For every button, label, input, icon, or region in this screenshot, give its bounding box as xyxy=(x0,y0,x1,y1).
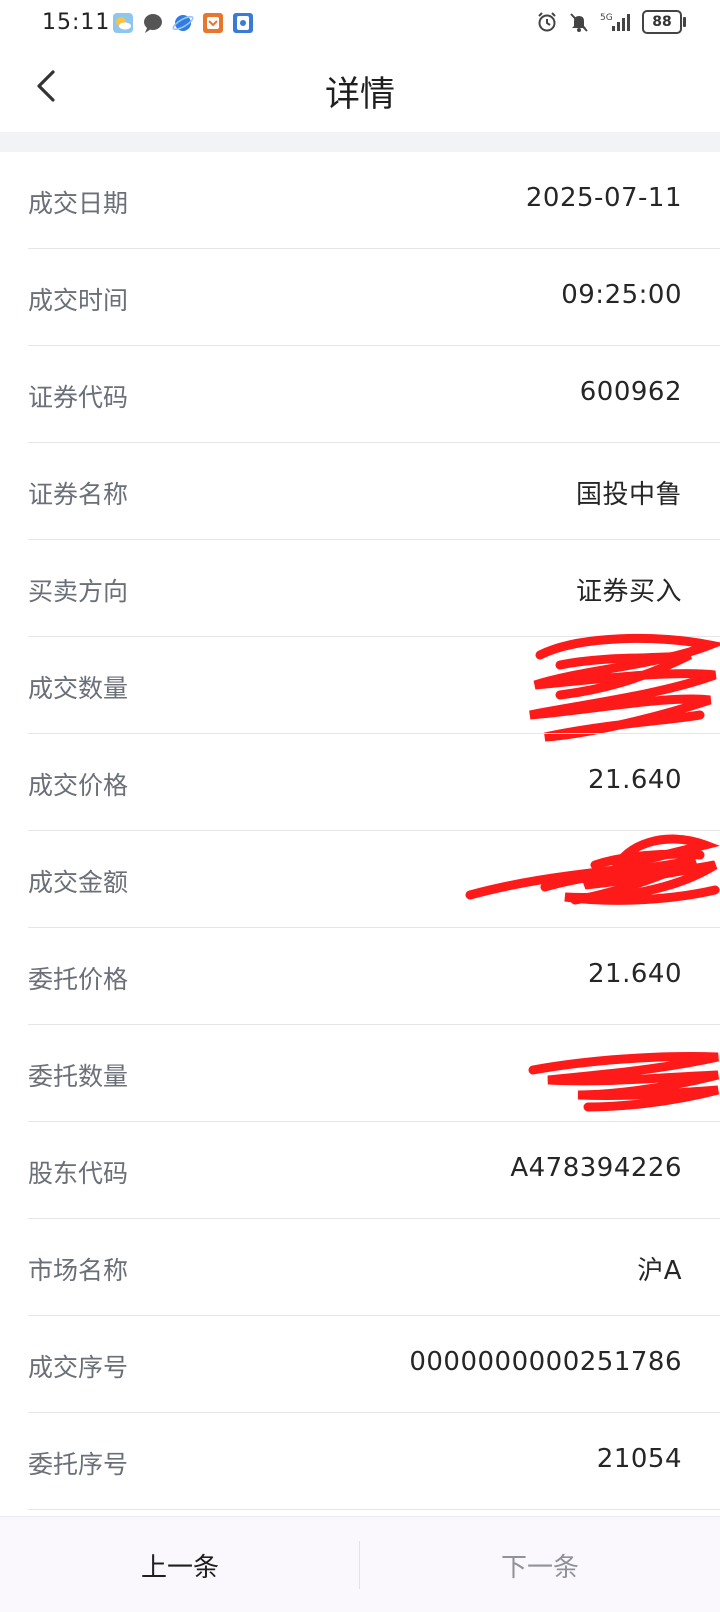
row-label: 证券名称 xyxy=(28,480,129,509)
detail-row-trade-amount: 成交金额 xyxy=(0,831,720,928)
detail-row-trade-time: 成交时间 09:25:00 xyxy=(0,249,720,346)
redaction-scribble xyxy=(528,1052,720,1112)
detail-row-order-serial: 委托序号 21054 xyxy=(0,1413,720,1510)
mute-icon xyxy=(570,13,588,32)
status-time: 15:11 xyxy=(42,10,111,35)
row-value: 沪A xyxy=(637,1256,682,1286)
row-label: 成交价格 xyxy=(28,771,129,800)
redaction-scribble xyxy=(529,633,720,742)
detail-row-order-price: 委托价格 21.640 xyxy=(0,928,720,1025)
row-value: 21.640 xyxy=(588,959,682,989)
row-value: 证券买入 xyxy=(575,577,682,607)
detail-row-market-name: 市场名称 沪A xyxy=(0,1219,720,1316)
weather-icon xyxy=(113,13,133,33)
row-label: 成交日期 xyxy=(28,189,129,218)
detail-row-shareholder-code: 股东代码 A478394226 xyxy=(0,1122,720,1219)
svg-text:5G: 5G xyxy=(600,13,613,23)
detail-row-security-name: 证券名称 国投中鲁 xyxy=(0,443,720,540)
row-value: 09:25:00 xyxy=(561,280,682,310)
detail-row-trade-serial: 成交序号 0000000000251786 xyxy=(0,1316,720,1413)
row-label: 委托序号 xyxy=(28,1450,129,1479)
row-label: 委托数量 xyxy=(28,1062,129,1091)
battery-icon: 88 xyxy=(642,10,686,34)
bottom-divider xyxy=(359,1541,360,1589)
wallet-icon xyxy=(233,13,253,33)
row-value: A478394226 xyxy=(510,1153,682,1183)
row-label: 股东代码 xyxy=(28,1159,129,1188)
screen: 15:11 5G 88 详情 成交日期 2025-07-11 成交时间 09:2… xyxy=(0,0,720,1612)
detail-row-trade-price: 成交价格 21.640 xyxy=(0,734,720,831)
detail-list: 成交日期 2025-07-11 成交时间 09:25:00 证券代码 60096… xyxy=(0,152,720,1510)
row-label: 买卖方向 xyxy=(28,577,129,606)
signal-5g-icon: 5G xyxy=(600,13,630,31)
detail-row-order-quantity: 委托数量 xyxy=(0,1025,720,1122)
row-label: 成交数量 xyxy=(28,674,129,703)
section-divider xyxy=(0,132,720,152)
row-value: 600962 xyxy=(579,377,682,407)
row-label: 市场名称 xyxy=(28,1256,129,1285)
detail-row-trade-date: 成交日期 2025-07-11 xyxy=(0,152,720,249)
detail-row-direction: 买卖方向 证券买入 xyxy=(0,540,720,637)
row-value: 21054 xyxy=(596,1444,682,1474)
page-title: 详情 xyxy=(324,75,395,115)
row-label: 委托价格 xyxy=(28,965,129,994)
alarm-icon xyxy=(538,12,556,32)
row-value: 2025-07-11 xyxy=(525,183,682,213)
row-label: 成交序号 xyxy=(28,1353,129,1382)
row-label: 证券代码 xyxy=(28,383,129,412)
system-icons: 5G 88 xyxy=(536,10,686,34)
detail-row-security-code: 证券代码 600962 xyxy=(0,346,720,443)
redaction-scribble xyxy=(465,834,720,905)
row-value: 国投中鲁 xyxy=(575,480,682,510)
detail-row-trade-quantity: 成交数量 xyxy=(0,633,720,742)
previous-button[interactable]: 上一条 xyxy=(0,1517,360,1612)
row-label: 成交金额 xyxy=(28,868,129,897)
row-label: 成交时间 xyxy=(28,286,129,315)
header: 详情 xyxy=(0,48,720,132)
status-bar: 15:11 5G 88 xyxy=(0,0,720,48)
notification-icons xyxy=(112,12,254,34)
bottom-bar: 上一条 下一条 xyxy=(0,1516,720,1612)
app-icon xyxy=(203,13,223,33)
message-icon xyxy=(144,14,162,33)
row-value: 0000000000251786 xyxy=(409,1347,682,1377)
next-button[interactable]: 下一条 xyxy=(360,1517,720,1612)
row-value: 21.640 xyxy=(588,765,682,795)
browser-icon xyxy=(172,15,194,31)
